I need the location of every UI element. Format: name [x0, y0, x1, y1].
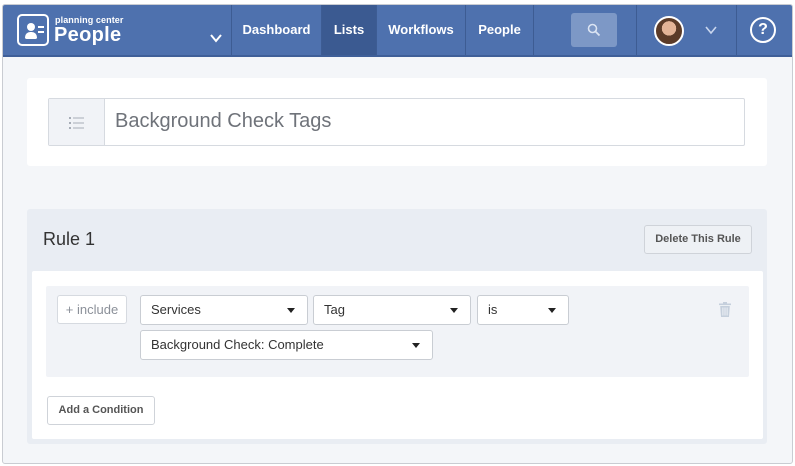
list-title-text[interactable]: Background Check Tags — [115, 110, 331, 133]
include-toggle-button[interactable]: + include — [57, 295, 127, 324]
caret-down-icon — [548, 308, 556, 313]
nav-people[interactable]: People — [466, 5, 533, 55]
source-select[interactable]: Services — [140, 295, 308, 325]
add-condition-button[interactable]: Add a Condition — [47, 396, 155, 425]
operator-select[interactable]: is — [477, 295, 569, 325]
operator-select-value: is — [488, 302, 498, 317]
caret-down-icon — [450, 308, 458, 313]
rule-title: Rule 1 — [43, 229, 96, 249]
chevron-down-icon[interactable] — [705, 24, 717, 36]
nav-dashboard[interactable]: Dashboard — [232, 5, 321, 55]
condition-row: + include Services Tag is Background Che… — [46, 286, 749, 377]
brand-app-name: People — [54, 24, 122, 46]
value-select[interactable]: Background Check: Complete — [140, 330, 433, 360]
chevron-down-icon — [210, 34, 222, 43]
trash-icon[interactable] — [719, 302, 731, 317]
nav-lists[interactable]: Lists — [322, 5, 376, 55]
value-select-value: Background Check: Complete — [151, 337, 324, 352]
app-switcher[interactable]: planning center People — [17, 14, 222, 50]
field-select-value: Tag — [324, 302, 345, 317]
rule-conditions: + include Services Tag is Background Che… — [32, 271, 763, 439]
people-logo-icon — [17, 14, 49, 46]
delete-rule-button[interactable]: Delete This Rule — [644, 225, 752, 254]
list-icon — [49, 99, 105, 145]
caret-down-icon — [412, 343, 420, 348]
rule-panel: Rule 1 Delete This Rule + include Servic… — [27, 209, 767, 444]
caret-down-icon — [287, 308, 295, 313]
search-icon — [587, 23, 601, 37]
app-window: planning center People Dashboard Lists W… — [2, 4, 793, 464]
search-button[interactable] — [571, 13, 617, 47]
top-nav: planning center People Dashboard Lists W… — [3, 5, 792, 57]
field-select[interactable]: Tag — [313, 295, 471, 325]
avatar[interactable] — [654, 16, 684, 46]
list-title-field[interactable]: Background Check Tags — [48, 98, 745, 146]
nav-workflows[interactable]: Workflows — [377, 5, 465, 55]
help-icon[interactable]: ? — [750, 17, 776, 43]
source-select-value: Services — [151, 302, 201, 317]
list-title-panel: Background Check Tags — [27, 78, 767, 166]
